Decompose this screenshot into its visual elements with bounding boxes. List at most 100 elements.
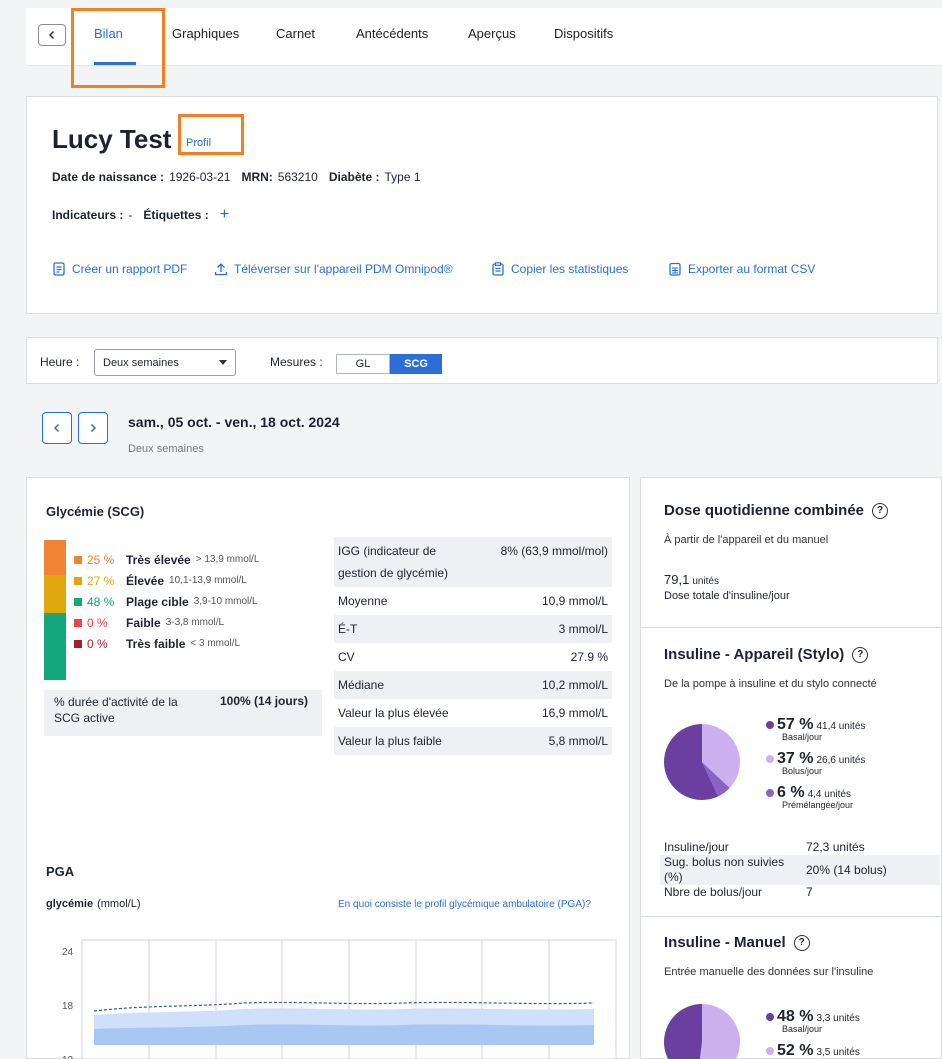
pie-legend-item: 57 % 41,4 unités Basal/jour xyxy=(766,716,865,742)
daily-dose-subtitle: À partir de l'appareil et du manuel xyxy=(664,534,829,546)
daily-dose-unit: unités xyxy=(692,576,719,587)
time-select[interactable]: Deux semaines xyxy=(94,349,236,376)
tab-graphiques[interactable]: Graphiques xyxy=(172,26,239,41)
patient-name: Lucy Test xyxy=(52,124,172,154)
help-icon[interactable]: ? xyxy=(852,646,869,663)
pie-legend-item: 52 %3,5 unitésBolus/jour xyxy=(766,1042,860,1059)
measures-label: Mesures : xyxy=(270,355,323,369)
range-swatch xyxy=(74,597,82,606)
insulin-manual-subtitle: Entrée manuelle des données sur l'insuli… xyxy=(664,966,874,978)
range-swatch xyxy=(74,618,82,627)
range-label: Plage cible xyxy=(126,594,189,609)
pga-title: PGA xyxy=(46,864,75,879)
spreadsheet-icon xyxy=(669,262,681,276)
pga-ytick-18: 18 xyxy=(62,1001,74,1012)
time-select-value: Deux semaines xyxy=(103,356,179,369)
range-legend-item: 48 % Plage cible 3,9-10 mmol/L xyxy=(74,591,259,612)
indicators-value: - xyxy=(128,208,133,222)
range-legend-item: 0 % Très faible < 3 mmol/L xyxy=(74,633,259,654)
insulin-stat-label: Insuline/jour xyxy=(664,840,729,854)
dob-value: 1926-03-21 xyxy=(169,170,231,184)
insulin-stat-value: 20% (14 bolus) xyxy=(802,855,940,885)
pie-legend-dot xyxy=(766,1047,774,1055)
pie-slice xyxy=(699,1004,740,1059)
bar-high xyxy=(44,575,66,613)
pie-legend-units: 26,6 unités xyxy=(816,755,866,766)
range-label: Faible xyxy=(126,615,161,630)
time-label: Heure : xyxy=(40,355,80,369)
pga-ytick-24: 24 xyxy=(62,947,74,958)
pie-slice xyxy=(663,1004,702,1059)
back-button[interactable] xyxy=(38,24,66,46)
create-pdf-button[interactable]: Créer un rapport PDF xyxy=(52,262,187,276)
divider xyxy=(641,627,941,628)
help-icon[interactable]: ? xyxy=(793,934,810,951)
insulin-device-title: Insuline - Appareil (Stylo) xyxy=(664,646,845,663)
export-csv-button[interactable]: Exporter au format CSV xyxy=(668,262,815,276)
range-label: Élevée xyxy=(126,573,165,588)
range-legend-item: 27 % Élevée 10,1-13,9 mmol/L xyxy=(74,570,259,591)
insulin-device-title-row: Insuline - Appareil (Stylo) ? xyxy=(664,646,869,663)
upload-label: Téléverser sur l'appareil PDM Omnipod® xyxy=(234,262,453,276)
chevron-left-icon xyxy=(48,30,55,40)
pie-legend-dot xyxy=(766,721,774,729)
dob-label: Date de naissance : xyxy=(52,170,165,184)
mrn-value: 563210 xyxy=(277,170,318,184)
tab-antecedents[interactable]: Antécédents xyxy=(356,26,428,41)
divider xyxy=(641,916,941,917)
pga-help-link[interactable]: En quoi consiste le profil glycémique am… xyxy=(338,899,591,910)
bar-very-high xyxy=(44,540,66,575)
range-legend-item: 0 % Faible 3-3,8 mmol/L xyxy=(74,612,259,633)
stat-row: Médiane 10,2 mmol/L xyxy=(334,671,612,699)
stat-value: 8% (63,9 mmol/mol) xyxy=(454,537,612,587)
range-label: Très élevée xyxy=(126,552,191,567)
upload-button[interactable]: Téléverser sur l'appareil PDM Omnipod® xyxy=(214,262,453,276)
stat-row: Valeur la plus élevée 16,9 mmol/L xyxy=(334,699,612,727)
copy-stats-button[interactable]: Copier les statistiques xyxy=(491,262,628,276)
stat-label: IGG (indicateur de gestion de glycémie) xyxy=(334,537,454,587)
stat-value: 27.9 % xyxy=(570,650,608,664)
insulin-stat-value: 72,3 unités xyxy=(806,840,865,854)
create-pdf-label: Créer un rapport PDF xyxy=(72,262,188,276)
help-icon[interactable]: ? xyxy=(872,502,889,519)
tab-carnet[interactable]: Carnet xyxy=(276,26,315,41)
insulin-manual-title: Insuline - Manuel xyxy=(664,934,786,951)
range-pct: 48 % xyxy=(87,594,115,609)
measure-gl-toggle[interactable]: GL xyxy=(336,354,390,374)
pie-legend-units: 3,5 unités xyxy=(816,1047,860,1058)
highlight-box-profil xyxy=(178,114,244,155)
date-range-sub: Deux semaines xyxy=(128,443,204,455)
daily-dose-value: 79,1 xyxy=(664,572,690,587)
insulin-device-legend: 57 % 41,4 unités Basal/jour 37 % 26,6 unités… xyxy=(766,716,865,818)
insulin-stat-label: Nbre de bolus/jour xyxy=(664,885,763,899)
insulin-manual-title-row: Insuline - Manuel ? xyxy=(664,934,810,951)
pie-legend-label: Basal/jour xyxy=(782,732,823,742)
prev-period-button[interactable] xyxy=(42,412,72,444)
daily-dose-caption: Dose totale d'insuline/jour xyxy=(664,590,790,602)
range-legend-item: 25 % Très élevée > 13,9 mmol/L xyxy=(74,549,259,570)
add-tag-button[interactable]: + xyxy=(220,206,229,224)
pie-legend-label: Bolus/jour xyxy=(782,766,823,776)
pie-legend-units: 3,3 unités xyxy=(816,1013,860,1024)
copy-stats-label: Copier les statistiques xyxy=(511,262,629,276)
pie-legend-item: 6 % 4,4 unités Prémélangée/jour xyxy=(766,784,865,810)
range-pct: 0 % xyxy=(87,636,108,651)
stat-label: Moyenne xyxy=(338,594,388,608)
range-pct: 25 % xyxy=(87,552,115,567)
next-period-button[interactable] xyxy=(78,412,108,444)
pga-chart: 24 18 12 xyxy=(62,939,617,1059)
insulin-device-stats: Insuline/jour 72,3 unités Sug. bolus non s… xyxy=(660,840,940,900)
range-value: 3,9-10 mmol/L xyxy=(193,596,258,607)
glycemia-stats-table: IGG (indicateur de gestion de glycémie) 8… xyxy=(334,537,612,755)
pga-ylabel: glycémie (mmol/L) xyxy=(46,898,140,910)
tab-dispositifs[interactable]: Dispositifs xyxy=(554,26,613,41)
glycemia-title: Glycémie (SCG) xyxy=(46,504,145,519)
pie-legend-label: Prémélangée/jour xyxy=(782,800,854,810)
measure-scg-toggle[interactable]: SCG xyxy=(390,354,442,374)
tab-apercus[interactable]: Aperçus xyxy=(468,26,516,41)
pie-legend-dot xyxy=(766,755,774,763)
pie-legend-units: 41,4 unités xyxy=(816,721,866,732)
insulin-device-subtitle: De la pompe à insuline et du stylo conne… xyxy=(664,678,877,690)
stat-label: Valeur la plus faible xyxy=(334,727,454,755)
range-label: Très faible xyxy=(126,636,186,651)
